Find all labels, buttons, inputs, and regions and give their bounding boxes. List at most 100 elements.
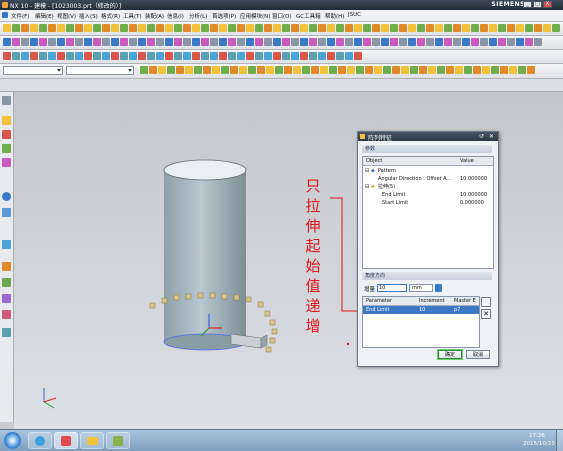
filter-icon[interactable] xyxy=(174,52,182,60)
pan-icon[interactable] xyxy=(255,24,263,32)
menu-jsuc[interactable]: JSUC xyxy=(348,12,361,18)
palette-icon[interactable] xyxy=(2,158,11,167)
pad-icon[interactable] xyxy=(363,38,371,46)
menu-info[interactable]: 信息(I) xyxy=(167,12,184,20)
pattern-icon[interactable] xyxy=(93,38,101,46)
render-icon[interactable] xyxy=(464,66,472,74)
extrude-icon[interactable] xyxy=(264,52,272,60)
trim-icon[interactable] xyxy=(48,52,56,60)
reuse-library-icon[interactable] xyxy=(2,278,11,287)
blend-icon[interactable] xyxy=(383,66,391,74)
shell-icon[interactable] xyxy=(147,24,155,32)
shell-icon[interactable] xyxy=(327,52,335,60)
menu-window[interactable]: 窗口(O) xyxy=(272,12,292,20)
copy-icon[interactable] xyxy=(39,24,47,32)
open-icon[interactable] xyxy=(192,52,200,60)
wire-icon[interactable] xyxy=(156,52,164,60)
layer-icon[interactable] xyxy=(462,38,470,46)
sketch-icon[interactable] xyxy=(381,24,389,32)
boss-icon[interactable] xyxy=(111,24,119,32)
snap-icon[interactable] xyxy=(534,38,542,46)
section-icon[interactable] xyxy=(507,24,515,32)
chamfer-icon[interactable] xyxy=(444,24,452,32)
blend-icon[interactable] xyxy=(309,52,317,60)
revolve-icon[interactable] xyxy=(347,66,355,74)
revolve-icon[interactable] xyxy=(273,52,281,60)
formula-menu-icon[interactable] xyxy=(435,284,442,292)
add-row-icon[interactable] xyxy=(481,297,491,307)
menu-gc-toolkit[interactable]: GC工具箱 xyxy=(296,12,321,20)
layer-icon[interactable] xyxy=(156,38,164,46)
pattern-instance[interactable] xyxy=(209,292,216,299)
section-parameters[interactable]: 参数 xyxy=(362,145,492,153)
redo-icon[interactable] xyxy=(320,66,328,74)
extrude-icon[interactable] xyxy=(327,38,335,46)
shade-icon[interactable] xyxy=(273,24,281,32)
zoom-icon[interactable] xyxy=(194,66,202,74)
pattern-instance[interactable] xyxy=(271,328,278,335)
redo-icon[interactable] xyxy=(246,52,254,60)
close-button[interactable]: X xyxy=(543,1,552,8)
cut-icon[interactable] xyxy=(30,24,38,32)
boss-icon[interactable] xyxy=(291,52,299,60)
hole-icon[interactable] xyxy=(39,38,47,46)
pattern-icon[interactable] xyxy=(156,24,164,32)
section-icon[interactable] xyxy=(149,66,157,74)
copy-icon[interactable] xyxy=(345,24,353,32)
measure-icon[interactable] xyxy=(192,24,200,32)
pattern-icon[interactable] xyxy=(30,52,38,60)
section-icon[interactable] xyxy=(75,52,83,60)
offset-icon[interactable] xyxy=(120,38,128,46)
assembly-navigator-icon[interactable] xyxy=(2,130,11,139)
tree-row[interactable]: End Limit 10.000000 xyxy=(363,191,493,199)
trim-icon[interactable] xyxy=(417,38,425,46)
blend-icon[interactable] xyxy=(435,24,443,32)
chamfer-icon[interactable] xyxy=(12,52,20,60)
paste-icon[interactable] xyxy=(354,24,362,32)
pattern-icon[interactable] xyxy=(410,66,418,74)
roles-icon[interactable] xyxy=(2,240,11,249)
mirror-icon[interactable] xyxy=(419,66,427,74)
mirror-icon[interactable] xyxy=(102,38,110,46)
increment-input[interactable]: 10 xyxy=(377,284,407,292)
wire-icon[interactable] xyxy=(525,38,533,46)
minimize-button[interactable]: _ xyxy=(523,1,532,8)
rotate-icon[interactable] xyxy=(138,52,146,60)
measure-icon[interactable] xyxy=(498,24,506,32)
hd3d-tools-icon[interactable] xyxy=(2,294,11,303)
expand-icon[interactable]: ⊟ xyxy=(365,183,369,191)
new-icon[interactable] xyxy=(257,66,265,74)
wire-icon[interactable] xyxy=(219,38,227,46)
menu-application[interactable]: 应用模块(N) xyxy=(240,12,270,20)
menu-insert[interactable]: 插入(S) xyxy=(79,12,98,20)
render-icon[interactable] xyxy=(210,24,218,32)
measure-icon[interactable] xyxy=(66,52,74,60)
fit-icon[interactable] xyxy=(111,52,119,60)
pattern-instance[interactable] xyxy=(269,337,276,344)
gear-icon[interactable] xyxy=(2,96,11,105)
copy-icon[interactable] xyxy=(293,66,301,74)
trim-icon[interactable] xyxy=(174,24,182,32)
system-materials-icon[interactable] xyxy=(2,262,11,271)
snap-icon[interactable] xyxy=(165,52,173,60)
rotate-icon[interactable] xyxy=(507,38,515,46)
pattern-instance[interactable] xyxy=(233,294,240,301)
pad-icon[interactable] xyxy=(120,24,128,32)
pattern-instance[interactable] xyxy=(197,292,204,299)
pattern-instance[interactable] xyxy=(264,310,271,317)
pattern-icon[interactable] xyxy=(399,38,407,46)
tree-row[interactable]: ⊟ ▰ 拉伸(5) xyxy=(363,183,493,191)
clock-time[interactable]: 17:26 xyxy=(529,433,545,439)
chamfer-icon[interactable] xyxy=(392,66,400,74)
pan-icon[interactable] xyxy=(192,38,200,46)
open-icon[interactable] xyxy=(318,24,326,32)
offset-icon[interactable] xyxy=(57,52,65,60)
hole-icon[interactable] xyxy=(282,52,290,60)
column-increment[interactable]: Increment xyxy=(419,297,453,305)
pattern-instance[interactable] xyxy=(161,297,168,304)
copy-icon[interactable] xyxy=(282,38,290,46)
chamfer-icon[interactable] xyxy=(138,24,146,32)
offset-icon[interactable] xyxy=(489,24,497,32)
sketch-icon[interactable] xyxy=(75,24,83,32)
zoom-icon[interactable] xyxy=(246,24,254,32)
